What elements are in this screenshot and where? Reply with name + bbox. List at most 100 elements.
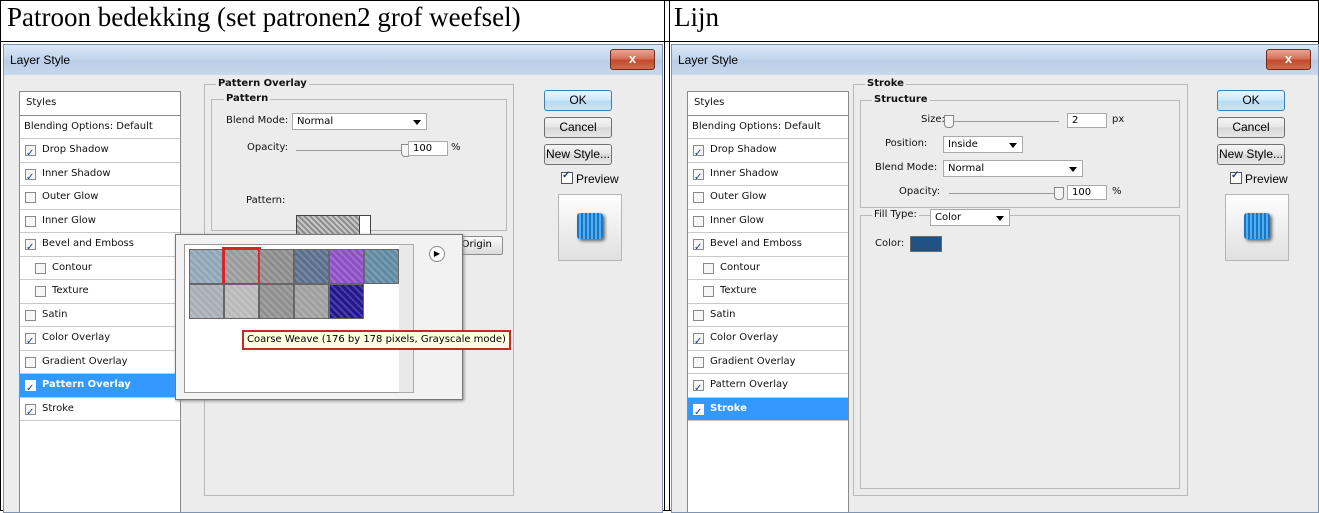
style-item-texture[interactable]: Texture [688,280,848,304]
pattern-swatch[interactable] [189,284,224,319]
pattern-swatch[interactable] [224,284,259,319]
style-item-contour[interactable]: Contour [20,257,180,280]
pattern-swatch[interactable] [222,247,261,286]
opacity-input[interactable]: 100 [1067,185,1107,200]
style-checkbox[interactable] [693,402,704,424]
size-input[interactable]: 2 [1067,113,1107,128]
pattern-swatch[interactable] [329,249,364,284]
style-item-stroke[interactable]: Stroke [20,398,180,424]
opacity-slider-thumb[interactable] [1054,187,1064,200]
opacity-slider-track[interactable] [296,150,406,151]
style-item-inner-shadow[interactable]: Inner Shadow [20,163,180,189]
blend-mode-select[interactable]: Normal [292,113,427,130]
style-item-satin[interactable]: Satin [688,304,848,327]
style-checkbox[interactable] [35,286,46,297]
style-checkbox[interactable] [693,167,704,189]
popup-scrollbar[interactable] [399,244,414,393]
chevron-down-icon [1009,143,1017,148]
style-item-label: Blending Options: Default [692,120,821,132]
pattern-swatch[interactable] [364,249,399,284]
style-item-drop-shadow[interactable]: Drop Shadow [20,139,180,165]
style-item-gradient-overlay[interactable]: Gradient Overlay [20,351,180,374]
style-checkbox[interactable] [35,262,46,274]
style-checkbox[interactable] [25,192,36,203]
preview-checkbox[interactable]: Preview [1230,170,1288,186]
style-checkbox[interactable] [693,331,704,353]
pattern-swatch[interactable] [259,284,294,319]
ok-button[interactable]: OK [1217,90,1285,111]
popup-menu-arrow-icon[interactable]: ▶ [429,246,445,262]
styles-list-header[interactable]: Styles [688,92,848,116]
new-style-button[interactable]: New Style... [544,144,612,165]
style-checkbox[interactable] [25,309,36,321]
style-checkbox[interactable] [693,309,704,321]
style-item-bevel-and-emboss[interactable]: Bevel and Emboss [20,233,180,259]
opacity-slider-track[interactable] [949,193,1059,194]
style-checkbox[interactable] [25,143,36,165]
blend-mode-select[interactable]: Normal [943,160,1083,177]
style-item-bevel-and-emboss[interactable]: Bevel and Emboss [688,233,848,259]
opacity-input[interactable]: 100 [408,141,448,156]
style-item-contour[interactable]: Contour [688,257,848,280]
style-checkbox[interactable] [25,167,36,189]
size-label: Size: [921,114,945,125]
size-slider-track[interactable] [949,121,1059,122]
style-item-label: Inner Shadow [710,167,779,179]
style-item-inner-glow[interactable]: Inner Glow [20,210,180,233]
close-button[interactable]: x [1266,49,1311,70]
style-item-inner-shadow[interactable]: Inner Shadow [688,163,848,189]
style-item-gradient-overlay[interactable]: Gradient Overlay [688,351,848,374]
style-checkbox[interactable] [25,356,36,368]
style-item-pattern-overlay[interactable]: Pattern Overlay [688,374,848,400]
style-item-label: Inner Glow [42,214,96,226]
style-checkbox[interactable] [693,356,704,368]
pattern-swatch[interactable] [259,249,294,284]
ok-button[interactable]: OK [544,90,612,111]
style-item-label: Drop Shadow [710,144,777,155]
style-checkbox[interactable] [25,402,36,424]
style-item-blending-options-default[interactable]: Blending Options: Default [688,116,848,139]
style-checkbox[interactable] [703,286,714,297]
style-checkbox[interactable] [693,215,704,227]
new-style-button[interactable]: New Style... [1217,144,1285,165]
style-item-pattern-overlay[interactable]: Pattern Overlay [20,374,180,400]
chevron-down-icon [996,216,1004,221]
preview-label: Preview [1245,172,1288,186]
style-item-stroke[interactable]: Stroke [688,397,848,424]
close-button[interactable]: x [610,49,655,70]
styles-list-header[interactable]: Styles [20,92,180,116]
style-checkbox[interactable] [693,192,704,203]
preview-checkbox[interactable]: Preview [561,170,619,186]
pattern-swatch[interactable] [294,249,329,284]
stroke-color-swatch[interactable] [910,236,942,252]
style-item-label: Stroke [710,402,747,414]
pattern-swatch[interactable] [329,284,364,319]
style-item-inner-glow[interactable]: Inner Glow [688,210,848,233]
style-checkbox[interactable] [693,143,704,165]
style-checkbox[interactable] [25,331,36,353]
style-item-label: Blending Options: Default [24,120,153,132]
fill-type-select[interactable]: Color [930,209,1010,226]
style-item-texture[interactable]: Texture [20,280,180,304]
cancel-button[interactable]: Cancel [1217,117,1285,138]
style-item-color-overlay[interactable]: Color Overlay [688,327,848,353]
style-item-outer-glow[interactable]: Outer Glow [20,186,180,210]
size-slider-thumb[interactable] [944,115,954,128]
pattern-swatch[interactable] [294,284,329,319]
style-checkbox[interactable] [693,237,704,259]
section-title: Pattern Overlay [216,78,309,89]
style-item-satin[interactable]: Satin [20,304,180,327]
cancel-button[interactable]: Cancel [544,117,612,138]
style-checkbox[interactable] [25,378,36,400]
style-checkbox[interactable] [693,378,704,400]
position-select[interactable]: Inside [943,136,1023,153]
style-item-color-overlay[interactable]: Color Overlay [20,327,180,353]
style-item-drop-shadow[interactable]: Drop Shadow [688,139,848,165]
pattern-swatch[interactable] [189,249,224,284]
style-item-blending-options-default[interactable]: Blending Options: Default [20,116,180,139]
style-checkbox[interactable] [25,215,36,227]
style-checkbox[interactable] [25,237,36,259]
fill-type-label: Fill Type: [872,209,919,220]
style-item-outer-glow[interactable]: Outer Glow [688,186,848,210]
style-checkbox[interactable] [703,262,714,274]
